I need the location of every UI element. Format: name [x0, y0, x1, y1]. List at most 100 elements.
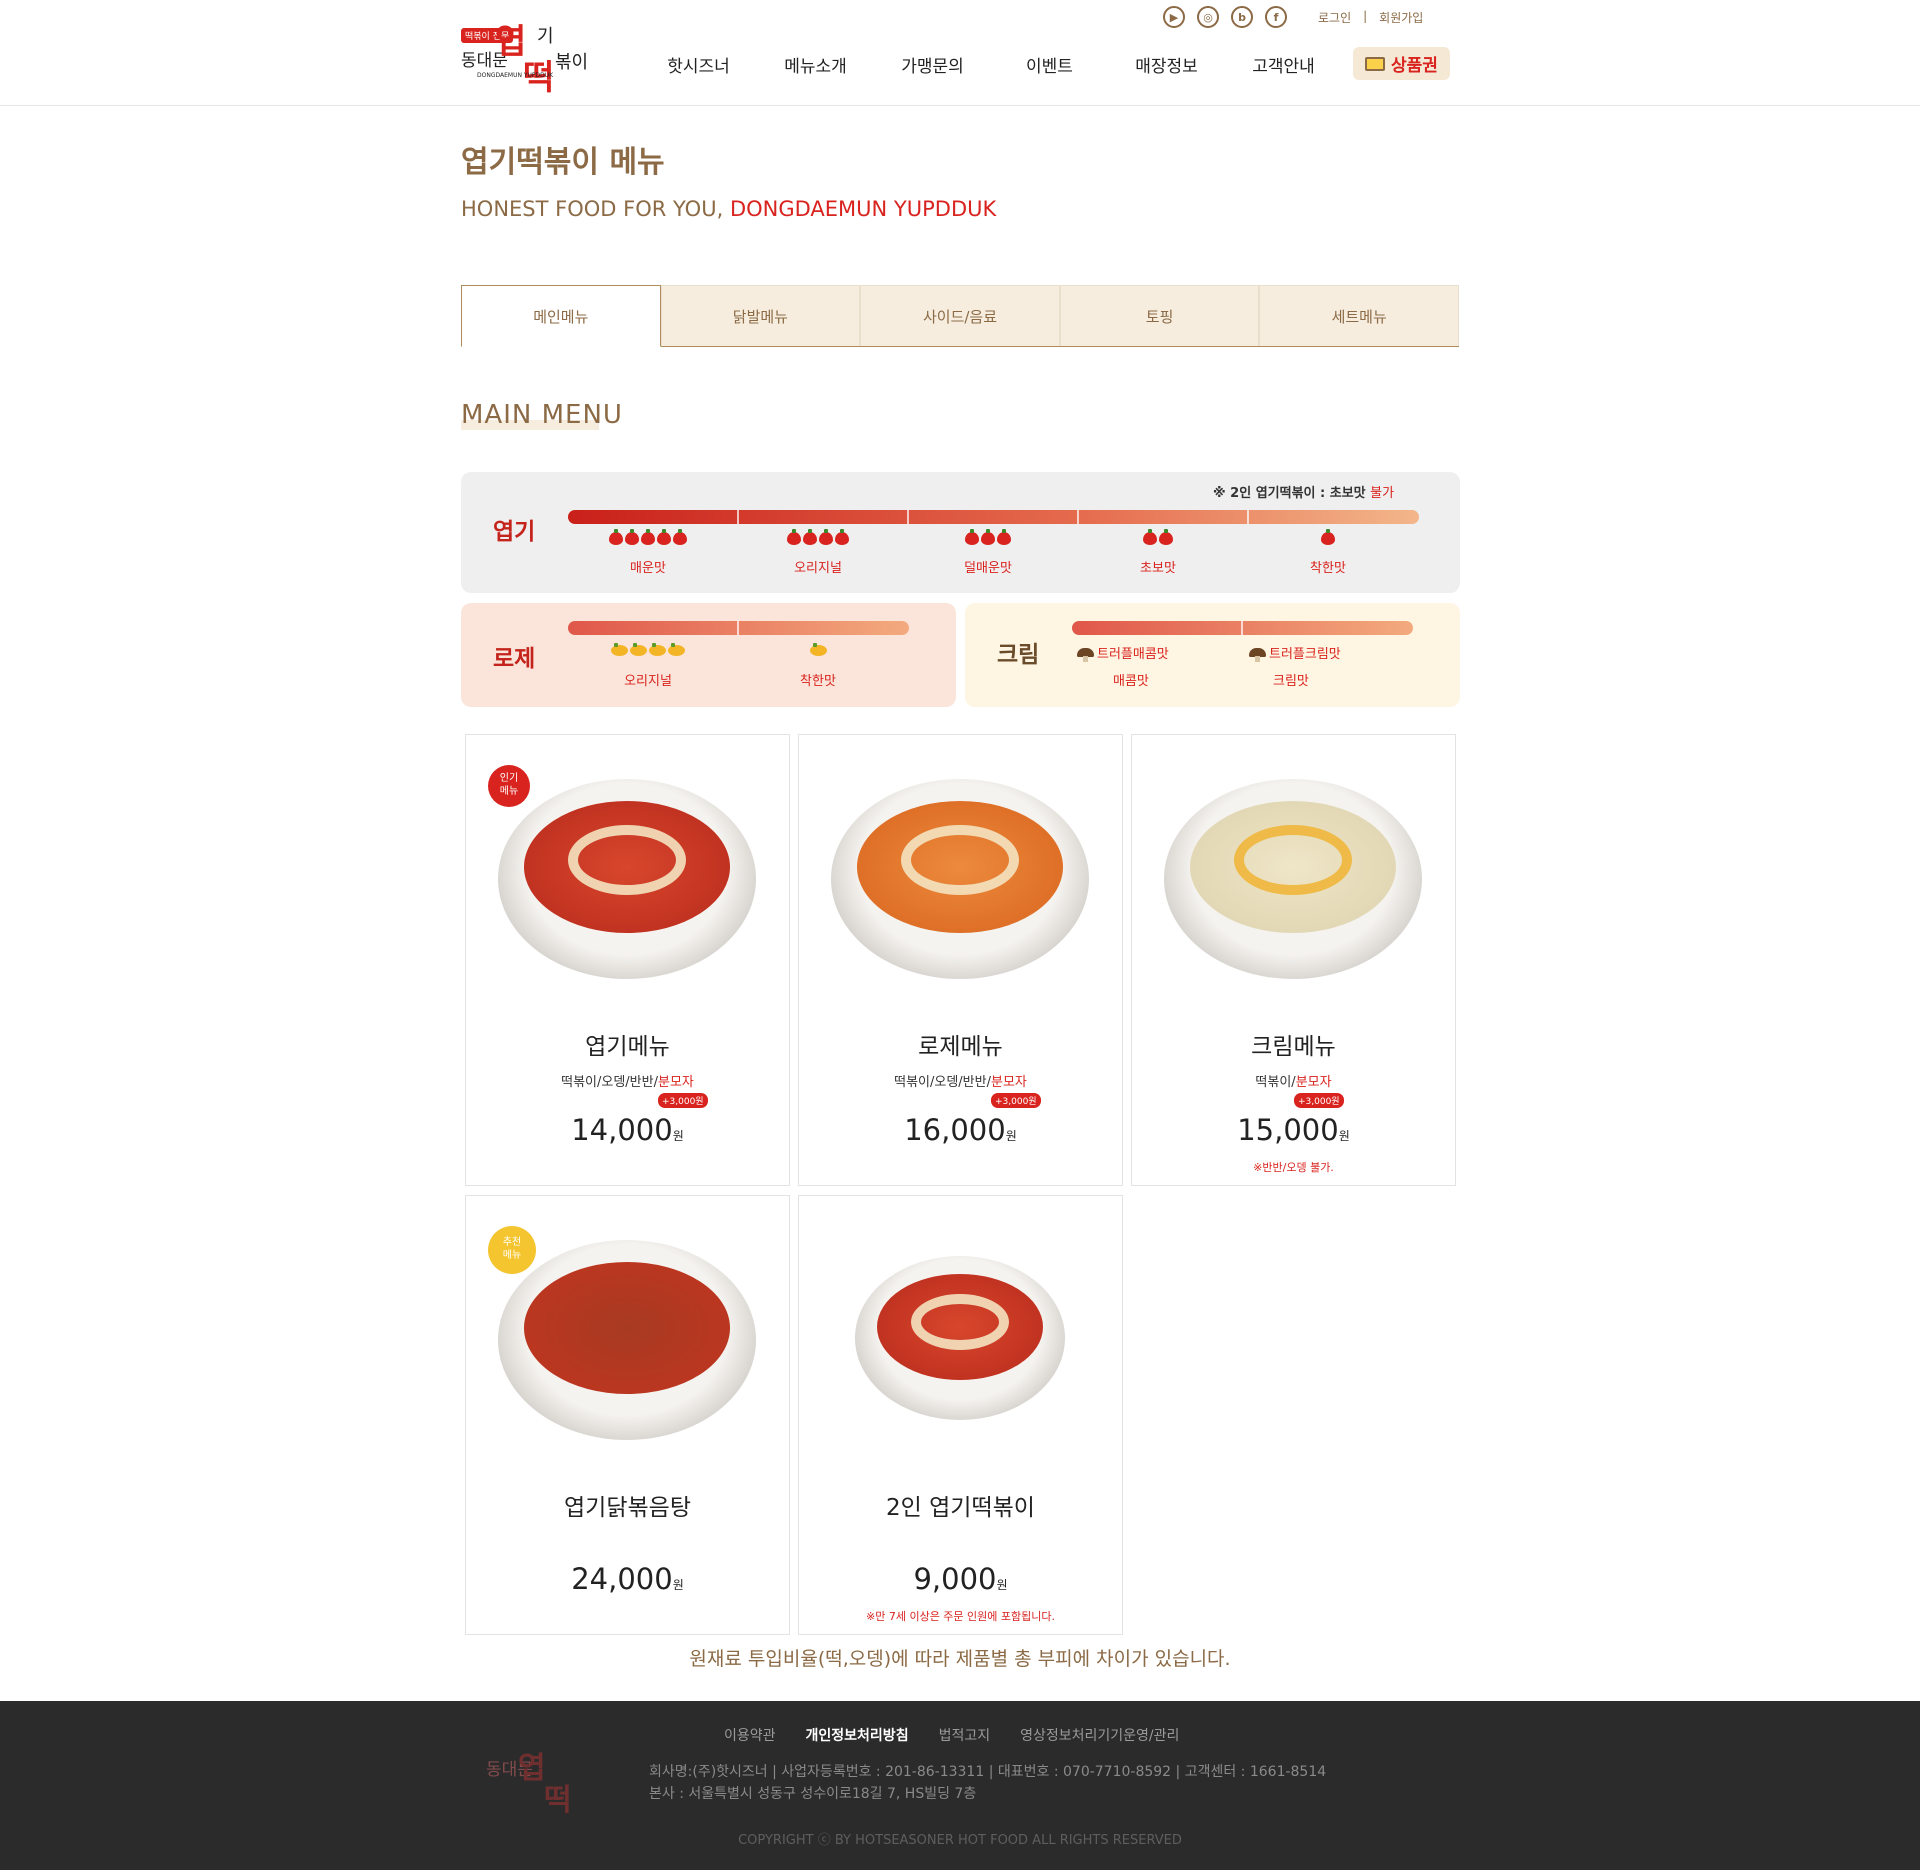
menu-desc-option: 분모자	[990, 1075, 1027, 1090]
price-unit: 원	[1005, 1129, 1017, 1143]
spice-level: 오리지널	[753, 529, 883, 576]
nav-item-event[interactable]: 이벤트	[991, 52, 1108, 77]
price-unit: 원	[672, 1578, 684, 1592]
price-value: 15,000	[1237, 1113, 1339, 1147]
nav-item-franchise[interactable]: 가맹문의	[874, 52, 991, 77]
footer-link-privacy[interactable]: 개인정보처리방침	[806, 1725, 909, 1745]
extra-price-badge: +3,000원	[658, 1093, 708, 1108]
tab-set-menu[interactable]: 세트메뉴	[1259, 285, 1459, 346]
footer-link-legal[interactable]: 법적고지	[939, 1725, 991, 1745]
level-sublabel: 크림맛	[1273, 674, 1309, 689]
menu-image	[498, 779, 756, 979]
nav-item-stores[interactable]: 매장정보	[1108, 52, 1225, 77]
menu-note: ※만 7세 이상은 주문 인원에 포함됩니다.	[866, 1610, 1055, 1623]
spice-level: 매운맛	[583, 529, 713, 576]
spice-level-panel-rose: 로제 오리지널 착한맛	[461, 603, 956, 707]
level-label: 오리지널	[794, 561, 842, 576]
tab-chicken-feet[interactable]: 닭발메뉴	[660, 285, 861, 346]
level-label: 트러플매콤맛	[1097, 647, 1169, 662]
level-label: 덜매운맛	[964, 561, 1012, 576]
menu-image	[855, 1256, 1065, 1420]
logo-text: 기	[537, 26, 554, 47]
pepper-icons	[923, 529, 1053, 549]
spice-note-warning: 불가	[1370, 486, 1395, 501]
spice-gradient-bar	[1072, 621, 1413, 635]
price-value: 24,000	[571, 1562, 673, 1596]
volume-disclaimer: 원재료 투입비율(떡,오뎅)에 따라 제품별 총 부피에 차이가 있습니다.	[689, 1648, 1231, 1670]
menu-price: 24,000원	[466, 1562, 789, 1596]
menu-card[interactable]: 로제메뉴 떡볶이/오뎅/반반/분모자 +3,000원 16,000원	[798, 734, 1123, 1186]
logo-english: DONGDAEMUN YUPDDUK	[477, 72, 554, 79]
instagram-icon[interactable]: ◎	[1197, 6, 1219, 28]
nav-item-support[interactable]: 고객안내	[1225, 52, 1342, 77]
panel-label: 엽기	[493, 519, 536, 545]
level-label: 착한맛	[1310, 561, 1346, 576]
menu-card[interactable]: 크림메뉴 떡볶이/분모자 +3,000원 15,000원 ※반반/오뎅 불가.	[1131, 734, 1456, 1186]
gift-card-icon	[1365, 56, 1386, 71]
tab-main-menu[interactable]: 메인메뉴	[461, 285, 661, 347]
menu-desc-text: 떡볶이/오뎅/반반/	[894, 1075, 991, 1090]
menu-price: 9,000원	[799, 1562, 1122, 1596]
signup-link[interactable]: 회원가입	[1379, 9, 1423, 26]
account-links: 로그인 | 회원가입	[1318, 9, 1423, 26]
price-value: 14,000	[571, 1113, 673, 1147]
panel-label: 크림	[997, 642, 1040, 668]
youtube-icon[interactable]: ▶	[1163, 6, 1185, 28]
flavor-row: 트러플크림맛	[1249, 643, 1399, 662]
footer-logo: 동대문 엽 떡	[486, 1745, 601, 1818]
voucher-button[interactable]: 상품권	[1353, 47, 1450, 80]
spice-gradient-bar	[568, 510, 1419, 524]
company-info-line: 회사명:(주)핫시즈너 | 사업자등록번호 : 201-86-13311 | 대…	[649, 1764, 1327, 1780]
menu-image	[1164, 779, 1422, 979]
pepper-icons	[1263, 529, 1393, 549]
logo-text: 볶이	[555, 52, 589, 73]
squash-icons	[753, 643, 883, 660]
panel-label: 로제	[493, 646, 536, 672]
spice-gradient-bar	[568, 621, 909, 635]
pepper-icons	[583, 529, 713, 549]
level-label: 트러플크림맛	[1269, 647, 1341, 662]
level-label: 착한맛	[800, 674, 836, 689]
mushroom-icon	[1077, 648, 1094, 662]
menu-tabs: 메인메뉴 닭발메뉴 사이드/음료 토핑 세트메뉴	[461, 285, 1459, 347]
menu-desc: 떡볶이/오뎅/반반/분모자	[799, 1071, 1122, 1090]
footer-link-terms[interactable]: 이용약관	[724, 1725, 776, 1745]
subtitle-text: HONEST FOOD FOR YOU,	[461, 197, 724, 221]
login-link[interactable]: 로그인	[1318, 9, 1351, 26]
menu-price: 14,000원	[466, 1113, 789, 1147]
squash-icons	[583, 643, 713, 660]
footer-link-cctv[interactable]: 영상정보처리기기운영/관리	[1020, 1725, 1179, 1745]
footer-links: 이용약관 개인정보처리방침 법적고지 영상정보처리기기운영/관리	[724, 1725, 1179, 1745]
menu-desc-text: 떡볶이/오뎅/반반/	[561, 1075, 658, 1090]
spice-note: ※ 2인 엽기떡볶이 : 초보맛 불가	[1213, 482, 1394, 501]
voucher-label: 상품권	[1391, 56, 1438, 76]
logo-text: 엽	[518, 1751, 546, 1786]
tab-toppings[interactable]: 토핑	[1059, 285, 1260, 346]
section-title: MAIN MENU	[461, 400, 623, 430]
site-footer: 이용약관 개인정보처리방침 법적고지 영상정보처리기기운영/관리 동대문 엽 떡…	[0, 1701, 1920, 1870]
price-value: 16,000	[904, 1113, 1006, 1147]
subtitle-brand: DONGDAEMUN YUPDDUK	[729, 197, 997, 221]
menu-card[interactable]: 추천 메뉴 엽기닭볶음탕 24,000원	[465, 1195, 790, 1635]
tab-side-drinks[interactable]: 사이드/음료	[860, 285, 1060, 346]
price-unit: 원	[1338, 1129, 1350, 1143]
spice-level: 초보맛	[1093, 529, 1223, 576]
facebook-icon[interactable]: f	[1265, 6, 1287, 28]
brand-logo[interactable]: 떡볶이 전문 동대문 엽 기 떡 볶이 DONGDAEMUN YUPDDUK	[461, 12, 596, 98]
menu-card[interactable]: 2인 엽기떡볶이 9,000원 ※만 7세 이상은 주문 인원에 포함됩니다.	[798, 1195, 1123, 1635]
nav-item-menu[interactable]: 메뉴소개	[757, 52, 874, 77]
page-title: 엽기떡볶이 메뉴	[461, 145, 665, 180]
blog-icon[interactable]: b	[1231, 6, 1253, 28]
copyright: COPYRIGHT ⓒ BY HOTSEASONER HOT FOOD ALL …	[738, 1833, 1182, 1848]
spice-level: 오리지널	[583, 643, 713, 689]
menu-card[interactable]: 인기 메뉴 엽기메뉴 떡볶이/오뎅/반반/분모자 +3,000원 14,000원	[465, 734, 790, 1186]
popular-badge: 인기 메뉴	[488, 765, 530, 807]
pepper-icons	[753, 529, 883, 549]
menu-desc-option: 분모자	[657, 1075, 694, 1090]
recommended-badge: 추천 메뉴	[488, 1226, 536, 1274]
price-unit: 원	[996, 1578, 1008, 1592]
menu-desc-option: 분모자	[1295, 1075, 1332, 1090]
spice-level-panel-cream: 크림 트러플매콤맛 매콤맛 트러플크림맛 크림맛	[965, 603, 1460, 707]
nav-item-hotseasoner[interactable]: 핫시즈너	[640, 52, 757, 77]
site-header: 떡볶이 전문 동대문 엽 기 떡 볶이 DONGDAEMUN YUPDDUK ▶…	[0, 0, 1920, 106]
